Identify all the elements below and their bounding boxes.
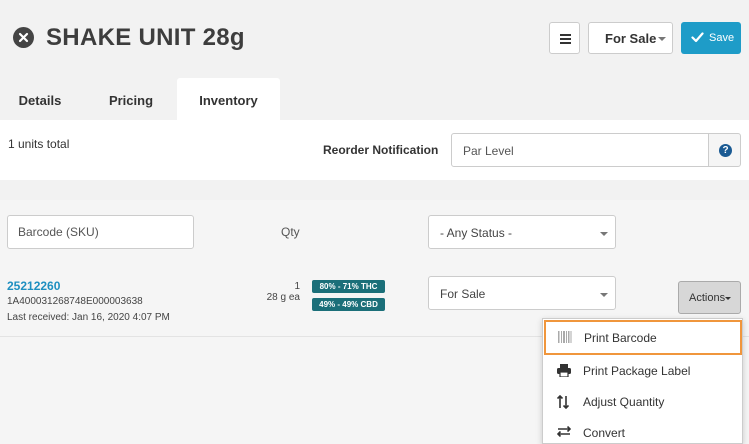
status-select-value: For Sale [605, 31, 657, 46]
page-header: SHAKE UNIT 28g For Sale Save [0, 0, 749, 78]
barcode-search-input[interactable]: Barcode (SKU) [7, 215, 194, 249]
status-select[interactable]: For Sale [588, 22, 673, 54]
check-icon [691, 32, 704, 43]
chevron-down-icon [600, 293, 608, 297]
actions-dropdown-menu: Print Barcode Print Package Label Adjust… [542, 318, 743, 444]
row-qty: 1 28 g ea [255, 281, 300, 303]
row-status-value: For Sale [440, 287, 486, 301]
chevron-down-icon [600, 232, 608, 236]
close-icon[interactable] [13, 27, 34, 48]
tab-bar: Details Pricing Inventory [0, 78, 749, 121]
units-total: 1 units total [8, 137, 70, 151]
par-level-placeholder: Par Level [463, 144, 514, 158]
save-button[interactable]: Save [681, 22, 741, 54]
row-qty-unit: 28 g ea [266, 292, 300, 303]
menu-item-print-barcode[interactable]: Print Barcode [544, 320, 742, 355]
barcode-icon [558, 331, 572, 343]
menu-button[interactable] [549, 22, 580, 54]
thc-badge: 80% - 71% THC [312, 280, 385, 293]
menu-item-convert[interactable]: Convert [543, 417, 742, 444]
hamburger-icon [560, 34, 571, 36]
barcode-placeholder: Barcode (SKU) [18, 225, 99, 239]
up-down-arrows-icon [557, 395, 569, 409]
swap-arrows-icon [557, 426, 571, 437]
help-icon: ? [719, 144, 732, 157]
save-label: Save [709, 32, 735, 44]
caret-down-icon [725, 297, 731, 300]
status-filter-value: - Any Status - [440, 226, 513, 240]
row-last-received: Last received: Jan 16, 2020 4:07 PM [7, 312, 170, 323]
row-sku-link[interactable]: 25212260 [7, 279, 60, 293]
par-level-input[interactable]: Par Level [451, 133, 709, 167]
chevron-down-icon [658, 37, 666, 41]
cbd-badge: 49% - 49% CBD [312, 298, 385, 311]
menu-item-adjust-quantity[interactable]: Adjust Quantity [543, 386, 742, 417]
actions-button[interactable]: Actions [678, 281, 741, 314]
row-qty-value: 1 [294, 281, 300, 292]
page-title: SHAKE UNIT 28g [46, 24, 245, 51]
actions-label: Actions [689, 292, 726, 304]
row-status-select[interactable]: For Sale [428, 276, 616, 310]
tab-inventory[interactable]: Inventory [177, 78, 280, 121]
qty-column-header: Qty [281, 225, 300, 239]
row-package-code: 1A400031268748E000003638 [7, 296, 143, 307]
tab-pricing[interactable]: Pricing [91, 78, 171, 121]
printer-icon [557, 364, 571, 377]
tab-details[interactable]: Details [0, 78, 80, 121]
help-button[interactable]: ? [708, 133, 741, 167]
inventory-summary: 1 units total Reorder Notification Par L… [0, 120, 749, 180]
reorder-notification-label: Reorder Notification [323, 143, 439, 157]
status-filter-select[interactable]: - Any Status - [428, 215, 616, 249]
menu-item-print-package-label[interactable]: Print Package Label [543, 355, 742, 386]
